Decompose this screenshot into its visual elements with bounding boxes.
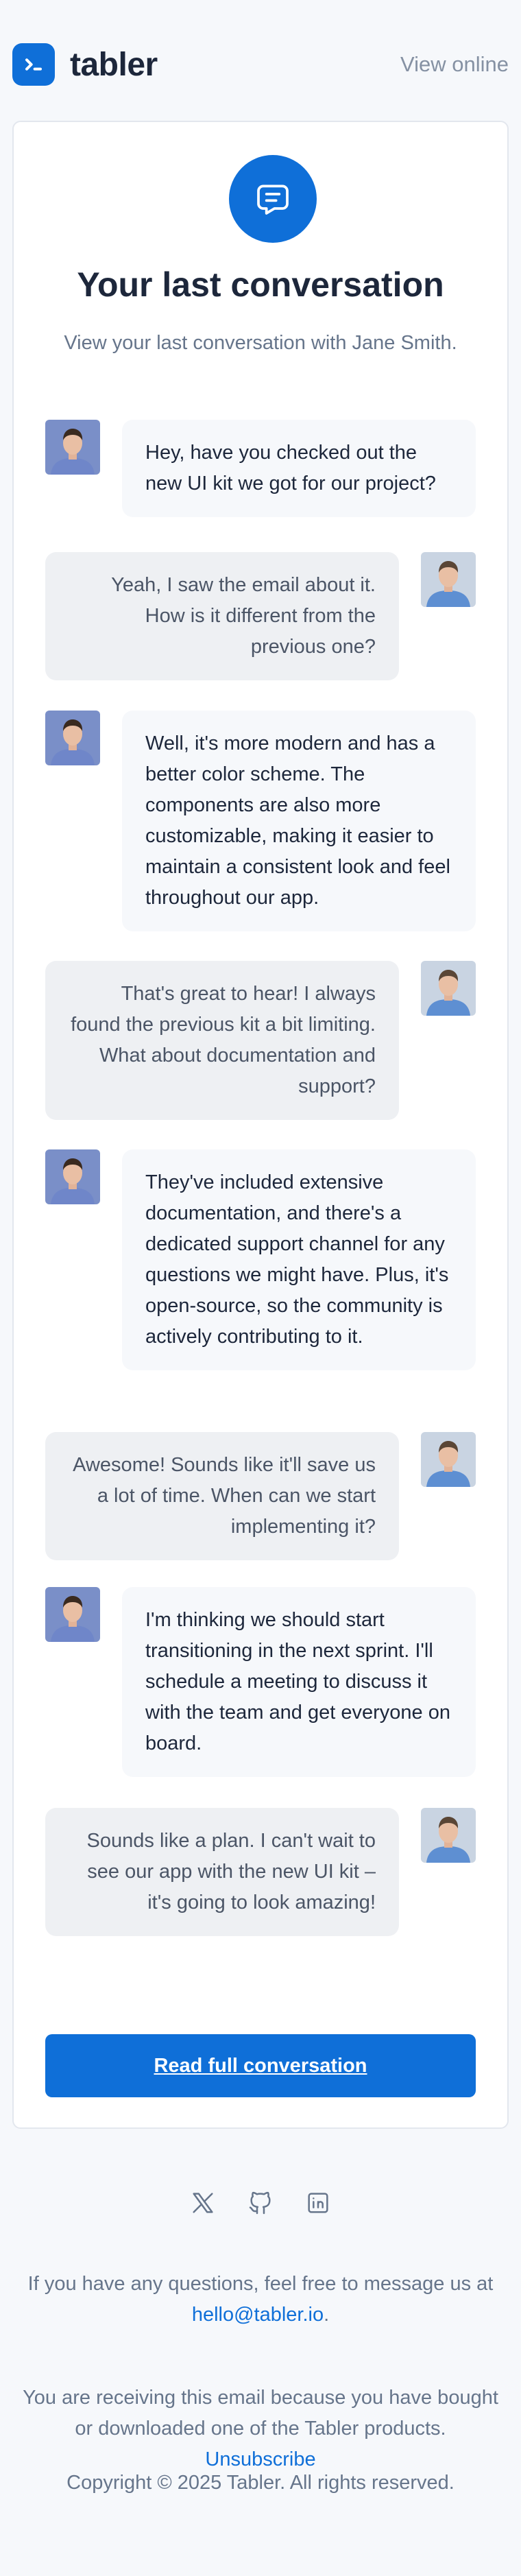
message-icon: [229, 155, 317, 243]
message-right: Sounds like a plan. I can't wait to see …: [45, 1808, 476, 1936]
message-bubble: They've included extensive documentation…: [122, 1149, 476, 1370]
avatar: [45, 711, 100, 765]
brand-name: tabler: [70, 46, 158, 83]
message-left: Well, it's more modern and has a better …: [45, 711, 476, 931]
message-bubble: Well, it's more modern and has a better …: [122, 711, 476, 931]
message-bubble: I'm thinking we should start transitioni…: [122, 1587, 476, 1777]
message-left: Hey, have you checked out the new UI kit…: [45, 420, 476, 517]
footer-email-link[interactable]: hello@tabler.io: [192, 2304, 324, 2326]
message-left: I'm thinking we should start transitioni…: [45, 1587, 476, 1777]
message-bubble: Hey, have you checked out the new UI kit…: [122, 420, 476, 517]
footer-notice: You are receiving this email because you…: [0, 2383, 521, 2475]
tabler-logo-icon: [12, 43, 55, 86]
avatar: [45, 420, 100, 475]
avatar: [421, 1808, 476, 1863]
avatar: [421, 552, 476, 607]
page-title: Your last conversation: [77, 265, 444, 304]
footer-copyright: Copyright © 2025 Tabler. All rights rese…: [66, 2472, 455, 2494]
linkedin-icon[interactable]: [303, 2188, 333, 2218]
page-subtitle: View your last conversation with Jane Sm…: [64, 332, 457, 354]
footer-receiving-text: You are receiving this email because you…: [23, 2387, 498, 2440]
message-bubble: Awesome! Sounds like it'll save us a lot…: [45, 1432, 399, 1560]
message-right: Awesome! Sounds like it'll save us a lot…: [45, 1432, 476, 1560]
x-icon[interactable]: [188, 2188, 218, 2218]
github-icon[interactable]: [245, 2188, 276, 2218]
message-right: Yeah, I saw the email about it. How is i…: [45, 552, 476, 680]
email-header: tabler View online: [12, 43, 509, 86]
brand[interactable]: tabler: [12, 43, 158, 86]
social-links: [0, 2188, 521, 2218]
avatar: [421, 1432, 476, 1487]
footer-contact: If you have any questions, feel free to …: [0, 2269, 521, 2330]
avatar: [421, 961, 476, 1016]
footer-questions-text: If you have any questions, feel free to …: [27, 2273, 494, 2295]
message-left: They've included extensive documentation…: [45, 1149, 476, 1370]
avatar: [45, 1587, 100, 1642]
message-bubble: That's great to hear! I always found the…: [45, 961, 399, 1120]
message-bubble: Yeah, I saw the email about it. How is i…: [45, 552, 399, 680]
footer-email-suffix: .: [324, 2304, 330, 2326]
avatar: [45, 1149, 100, 1204]
email-card: Your last conversation View your last co…: [12, 121, 509, 2129]
message-right: That's great to hear! I always found the…: [45, 961, 476, 1120]
message-bubble: Sounds like a plan. I can't wait to see …: [45, 1808, 399, 1936]
view-online-link[interactable]: View online: [400, 52, 509, 77]
read-full-conversation-button[interactable]: Read full conversation: [45, 2034, 476, 2097]
